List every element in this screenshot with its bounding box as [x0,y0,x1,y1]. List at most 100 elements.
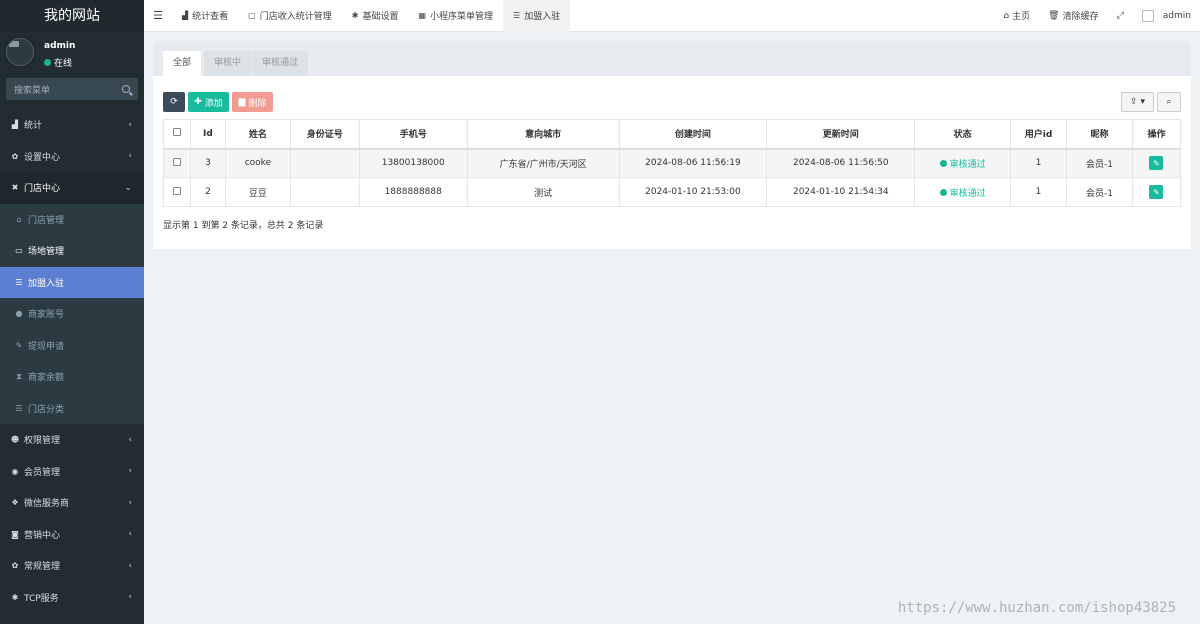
edit-button[interactable]: ✎ [1149,156,1164,171]
sidebar-item-stats[interactable]: ▟ 统计 ‹ [0,109,144,141]
store-submenu: ⌂ 门店管理 ▭ 场地管理 ☰ 加盟入驻 ● 商家账号 ✎ 提现申请 ⧗ 商家余额 ☰ 门店分… [0,203,144,425]
delete-button[interactable]: ▆ 删除 [232,92,273,112]
sidebar-item-marketing[interactable]: ◙ 营销中心 ‹ [0,519,144,551]
chevron-left-icon: ‹ [128,497,132,508]
tab-store-income[interactable]: ▢ 门店收入统计管理 [238,0,342,32]
sidebar-item-label: 常规管理 [24,562,61,573]
clear-cache-button[interactable]: 🗑 清除缓存 [1039,9,1107,23]
col-updated[interactable]: 更新时间 [766,119,916,150]
col-nickname[interactable]: 昵称 [1066,119,1133,150]
sidebar-item-settings-center[interactable]: ✿ 设置中心 ‹ [0,141,144,173]
checkbox-icon [172,186,181,195]
row-checkbox[interactable] [163,148,191,178]
store-icon: ✖ [11,183,19,193]
table-header-row: Id 姓名 身份证号 手机号 意向城市 创建时间 更新时间 状态 用户id 昵称… [163,119,1182,150]
sidebar-item-wechat[interactable]: ❖ 微信服务商 ‹ [0,487,144,519]
pagination-info: 显示第 1 到第 2 条记录，总共 2 条记录 [163,221,324,231]
sidebar-item-store-category[interactable]: ☰ 门店分类 [0,393,144,425]
select-all-checkbox[interactable] [163,119,191,150]
user-menu[interactable]: admin [1133,9,1200,22]
chevron-left-icon: ‹ [128,466,132,477]
home-icon: ⌂ [1003,10,1010,21]
tab-all[interactable]: 全部 [163,51,202,76]
avatar [6,38,34,66]
col-idcard[interactable]: 身份证号 [289,119,360,150]
search-icon: ⌕ [1166,97,1172,107]
sidebar-item-tcp[interactable]: ✱ TCP服务 ‹ [0,582,144,614]
sidebar-item-merchant-balance[interactable]: ⧗ 商家余额 [0,361,144,393]
clear-cache-label: 清除缓存 [1062,12,1099,22]
col-status[interactable]: 状态 [914,119,1012,150]
checkbox-icon [172,128,181,137]
status-label: 审核通过 [949,188,986,199]
sidebar-item-merchant-account[interactable]: ● 商家账号 [0,298,144,330]
sidebar-item-label: 微信服务商 [24,499,70,510]
sidebar-item-general[interactable]: ✿ 常规管理 ‹ [0,550,144,582]
home-link[interactable]: ⌂ 主页 [994,9,1039,23]
user-name: admin [44,41,76,51]
tab-basic-settings[interactable]: ✱ 基础设置 [342,0,409,32]
sidebar-item-withdraw[interactable]: ✎ 提现申请 [0,330,144,362]
col-city[interactable]: 意向城市 [466,119,620,150]
chart-icon: ▟ [182,11,189,20]
car-icon: ◙ [11,529,19,539]
wechat-icon: ❖ [11,498,19,508]
cell-city: 广东省/广州市/天河区 [466,148,620,178]
col-created[interactable]: 创建时间 [618,119,768,150]
cell-updated: 2024-01-10 21:54:34 [766,177,916,207]
add-button[interactable]: ✚ 添加 [188,92,229,112]
add-label: 添加 [204,98,223,109]
menu-toggle-icon[interactable]: ☰ [144,9,172,22]
col-name[interactable]: 姓名 [224,119,291,150]
chart-icon: ▟ [11,120,19,130]
tab-reviewing[interactable]: 审核中 [204,51,252,76]
edit-button[interactable]: ✎ [1149,185,1164,199]
tab-stats-view[interactable]: ▟ 统计查看 [172,0,238,32]
menu-search-input[interactable]: 搜索菜单 [6,78,138,100]
row-checkbox[interactable] [163,177,191,207]
watermark-text: https://www.huzhan.com/ishop43825 [897,600,1176,616]
refresh-button[interactable]: ⟳ [163,92,185,112]
cell-actions: ✎ [1131,177,1182,207]
list-icon: ☰ [513,11,521,20]
sidebar-item-store-center[interactable]: ✖ 门店中心 ⌄ [0,172,144,204]
fullscreen-button[interactable]: ⤢ [1108,11,1133,21]
sidebar-item-franchise[interactable]: ☰ 加盟入驻 [0,266,144,298]
cogs-icon: ✿ [11,151,19,161]
search-icon[interactable] [122,85,130,93]
cell-name: 豆豆 [224,177,291,207]
pencil-icon: ✎ [1153,158,1160,168]
online-dot-icon [44,59,51,66]
sidebar-item-label: TCP服务 [24,593,59,604]
col-actions: 操作 [1131,119,1182,150]
col-id[interactable]: Id [189,119,226,150]
cogs-icon: ✿ [11,561,19,571]
table-row[interactable]: 2 豆豆 1888888888 测试 2024-01-10 21:53:00 2… [163,177,1182,207]
sidebar-item-venue-management[interactable]: ▭ 场地管理 [0,235,144,267]
sidebar-item-store-management[interactable]: ⌂ 门店管理 [0,204,144,236]
home-icon: ⌂ [16,214,22,224]
status-dot-icon [939,159,947,167]
sidebar-item-members[interactable]: ◉ 会员管理 ‹ [0,456,144,488]
sidebar-item-label: 会员管理 [24,467,61,478]
tab-franchise[interactable]: ☰ 加盟入驻 [503,0,571,32]
cell-status: 审核通过 [914,177,1012,207]
site-logo[interactable]: 我的网站 [0,0,144,32]
menu-search-placeholder: 搜索菜单 [14,85,51,96]
table-search-button[interactable]: ⌕ [1157,92,1181,112]
expand-icon: ⤢ [1116,10,1124,21]
cell-id: 3 [189,148,226,178]
table-row[interactable]: 3 cooke 13800138000 广东省/广州市/天河区 2024-08-… [163,148,1182,178]
col-uid[interactable]: 用户id [1010,119,1068,150]
tab-miniprogram-menu[interactable]: ▦ 小程序菜单管理 [408,0,503,32]
export-dropdown-button[interactable]: ⇪ ▾ [1121,92,1154,112]
asterisk-icon: ✱ [351,11,359,20]
plus-icon: ✚ [194,97,202,107]
sidebar-item-permissions[interactable]: ☻ 权限管理 ‹ [0,424,144,456]
tab-approved[interactable]: 审核通过 [252,51,309,76]
topbar-right: ⌂ 主页 🗑 清除缓存 ⤢ admin [994,0,1200,32]
cell-status: 审核通过 [914,148,1012,178]
user-status: 在线 [44,56,72,69]
col-phone[interactable]: 手机号 [358,119,468,150]
cell-phone: 1888888888 [358,177,468,207]
